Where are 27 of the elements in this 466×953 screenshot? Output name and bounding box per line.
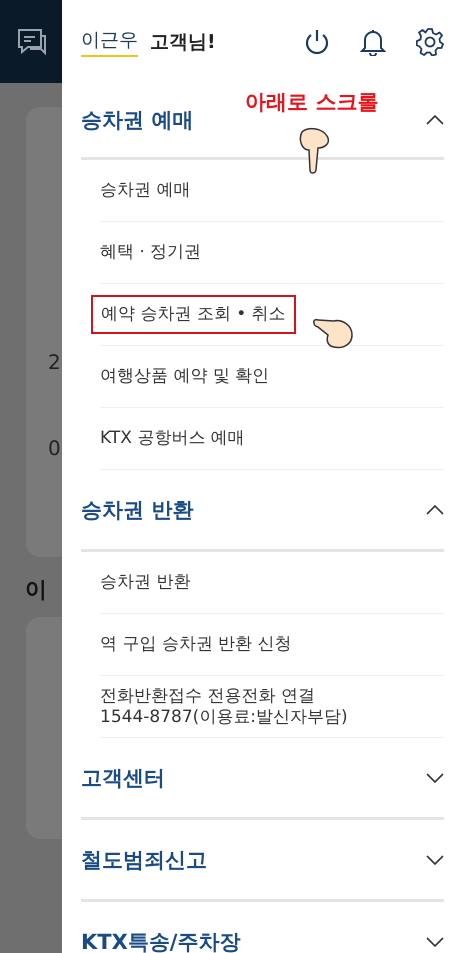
menu-item[interactable]: 예약 승차권 조회 • 취소 <box>91 295 296 334</box>
menu-section-header[interactable]: 승차권 반환 <box>81 470 444 552</box>
chat-icon <box>16 26 48 56</box>
background-text: 2 <box>48 351 62 373</box>
menu-item[interactable]: 전화반환접수 전용전화 연결 1544-8787(이용료:발신자부담) <box>100 686 348 727</box>
menu-item[interactable]: 승차권 예매 <box>100 180 190 201</box>
menu-section-header[interactable]: 철도범죄신고 <box>81 820 444 902</box>
chevron-up-icon <box>426 115 444 125</box>
scroll-annotation: 아래로 스크롤 <box>245 89 378 116</box>
chevron-down-icon <box>426 772 444 782</box>
menu-item[interactable]: KTX 공항버스 예매 <box>100 428 245 449</box>
greeting-text: 고객님! <box>150 30 216 54</box>
menu-item[interactable]: 여행상품 예약 및 확인 <box>100 366 270 387</box>
background-text: 0 <box>48 437 62 459</box>
menu-section-header[interactable]: 고객센터 <box>81 738 444 820</box>
menu-item[interactable]: 혜택 · 정기권 <box>100 242 202 263</box>
menu-section-header[interactable]: KTX특송/주차장 <box>81 902 444 953</box>
power-icon[interactable] <box>304 28 330 54</box>
bell-icon[interactable] <box>360 28 386 56</box>
user-name: 이근우 <box>81 26 138 56</box>
chevron-down-icon <box>426 936 444 946</box>
settings-icon[interactable] <box>416 28 444 56</box>
chevron-up-icon <box>426 504 444 514</box>
menu-item[interactable]: 역 구입 승차권 반환 신청 <box>100 634 292 655</box>
menu-item[interactable]: 승차권 반환 <box>100 572 190 593</box>
chevron-down-icon <box>426 854 444 864</box>
background-text: 이 <box>25 578 47 603</box>
